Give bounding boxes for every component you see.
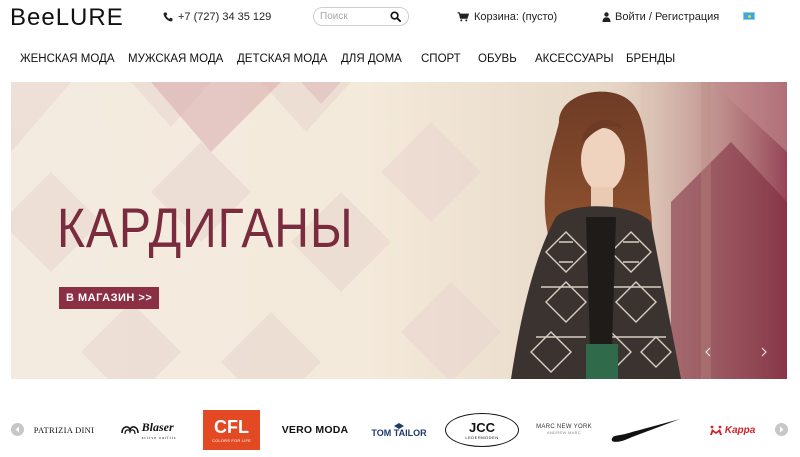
phone-icon xyxy=(163,12,173,22)
banner-title: КАРДИГАНЫ xyxy=(57,196,354,259)
brand-blaser-label: Blaser xyxy=(141,420,174,434)
cart-link[interactable]: Корзина: (пусто) xyxy=(457,11,557,23)
slide-prev-icon[interactable] xyxy=(703,347,713,357)
nav-item-sport[interactable]: СПОРТ xyxy=(421,53,461,65)
hero-banner[interactable]: КАРДИГАНЫ В МАГАЗИН >> xyxy=(11,82,787,379)
phone-contact[interactable]: +7 (727) 34 35 129 xyxy=(163,11,271,23)
nav-item-mens[interactable]: МУЖСКАЯ МОДА xyxy=(128,53,223,65)
nav-item-brands[interactable]: БРЕНДЫ xyxy=(626,53,675,65)
brand-jcc-tagline: LEDERMODEN xyxy=(465,434,499,440)
brand-marc-new-york[interactable]: MARC NEW YORK ANDREW MARC xyxy=(532,411,596,449)
nav-item-womens[interactable]: ЖЕНСКАЯ МОДА xyxy=(20,53,115,65)
search-box[interactable] xyxy=(313,7,409,26)
shop-now-button[interactable]: В МАГАЗИН >> xyxy=(59,287,160,309)
phone-number: +7 (727) 34 35 129 xyxy=(178,11,272,23)
brand-cfl-label: CFL xyxy=(214,416,249,437)
kz-flag-icon[interactable] xyxy=(743,12,755,20)
chevron-left-icon xyxy=(15,426,19,433)
site-logo[interactable]: BeeLURE xyxy=(10,4,124,32)
search-icon[interactable] xyxy=(390,11,401,22)
brands-prev-button[interactable] xyxy=(11,423,24,436)
nav-item-accessories[interactable]: АКСЕССУАРЫ xyxy=(535,53,614,65)
brand-cfl[interactable]: CFL COLORS FOR LIFE xyxy=(203,410,260,450)
nav-item-kids[interactable]: ДЕТСКАЯ МОДА xyxy=(237,53,327,65)
cart-label: Корзина: (пусто) xyxy=(474,11,558,23)
ram-horns-icon xyxy=(120,426,139,435)
search-input[interactable] xyxy=(320,10,386,23)
brand-jcc-label: JCC xyxy=(468,419,495,435)
brand-blaser[interactable]: Blaser active outfits xyxy=(104,411,192,449)
slide-next-icon[interactable] xyxy=(759,347,769,357)
user-icon xyxy=(602,12,611,22)
chevron-right-icon xyxy=(780,426,784,433)
brand-tom-tailor-label: TOM TAILOR xyxy=(371,427,427,438)
nav-item-shoes[interactable]: ОБУВЬ xyxy=(478,53,517,65)
brand-blaser-tagline: active outfits xyxy=(141,435,177,440)
login-link[interactable]: Войти / Регистрация xyxy=(602,11,719,23)
site-header: BeeLURE +7 (727) 34 35 129 Корзина: (пус… xyxy=(0,0,800,40)
nike-swoosh-logo xyxy=(611,419,680,442)
brand-cfl-tagline: COLORS FOR LIFE xyxy=(211,437,251,443)
brands-carousel: PATRIZIA DINI Blaser active outfits CFL … xyxy=(0,403,800,457)
brand-patrizia-dini[interactable]: PATRIZIA DINI xyxy=(30,411,98,449)
brand-kappa-label: Kappa xyxy=(724,424,756,436)
kappa-figures-icon xyxy=(709,425,722,435)
main-nav: ЖЕНСКАЯ МОДА МУЖСКАЯ МОДА ДЕТСКАЯ МОДА Д… xyxy=(0,50,800,70)
brand-vero-moda[interactable]: VERO MODA xyxy=(276,411,354,449)
brand-nike[interactable] xyxy=(608,411,684,449)
brands-next-button[interactable] xyxy=(775,423,788,436)
brand-jcc[interactable]: JCC LEDERMODEN xyxy=(444,411,520,449)
brand-marc-new-york-tagline: ANDREW MARC xyxy=(547,430,581,436)
brand-tom-tailor[interactable]: TOM TAILOR xyxy=(366,411,432,449)
nav-item-home[interactable]: ДЛЯ ДОМА xyxy=(341,53,402,65)
brand-vero-moda-label: VERO MODA xyxy=(281,424,349,436)
brand-patrizia-dini-label: PATRIZIA DINI xyxy=(33,425,95,435)
login-label: Войти / Регистрация xyxy=(615,11,720,23)
brand-kappa[interactable]: Kappa xyxy=(696,411,768,449)
cart-icon xyxy=(457,12,469,22)
